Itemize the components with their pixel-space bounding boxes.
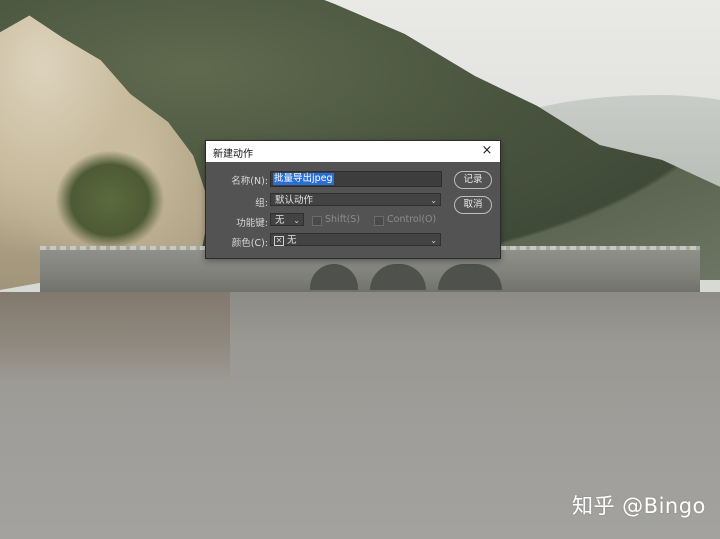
chevron-down-icon: ⌄ [293, 216, 300, 225]
group-select[interactable]: 默认动作 ⌄ [270, 193, 441, 206]
name-label: 名称(N): [231, 176, 268, 187]
control-label: Control(O) [387, 214, 437, 225]
color-label: 颜色(C): [231, 238, 268, 249]
record-button[interactable]: 记录 [454, 171, 492, 189]
watermark: 知乎 @Bingo [572, 494, 706, 518]
water-reflection [0, 292, 230, 382]
new-action-dialog: 新建动作 × 名称(N): 批量导出jpeg 组: 默认动作 ⌄ 功能键: 无 … [205, 140, 501, 259]
close-icon[interactable]: × [480, 144, 494, 158]
color-select-value: 无 [287, 235, 297, 246]
shift-checkbox[interactable] [312, 216, 322, 226]
control-checkbox[interactable] [374, 216, 384, 226]
name-input-value: 批量导出jpeg [273, 173, 334, 185]
color-swatch-icon: ✕ [274, 236, 284, 246]
function-key-select[interactable]: 无 ⌄ [270, 213, 304, 226]
function-key-label: 功能键: [236, 218, 268, 229]
shift-label: Shift(S) [325, 214, 361, 225]
group-select-value: 默认动作 [275, 195, 314, 206]
group-label: 组: [255, 198, 268, 209]
dialog-titlebar[interactable]: 新建动作 × [206, 141, 500, 162]
dialog-title: 新建动作 [213, 149, 253, 160]
name-input[interactable]: 批量导出jpeg [270, 171, 442, 187]
trees [55, 150, 165, 250]
function-key-value: 无 [275, 215, 285, 226]
cancel-button[interactable]: 取消 [454, 196, 492, 214]
color-select[interactable]: ✕ 无 ⌄ [270, 233, 441, 246]
chevron-down-icon: ⌄ [430, 196, 437, 205]
background-photo: 知乎 @Bingo [0, 0, 720, 539]
chevron-down-icon: ⌄ [430, 236, 437, 245]
